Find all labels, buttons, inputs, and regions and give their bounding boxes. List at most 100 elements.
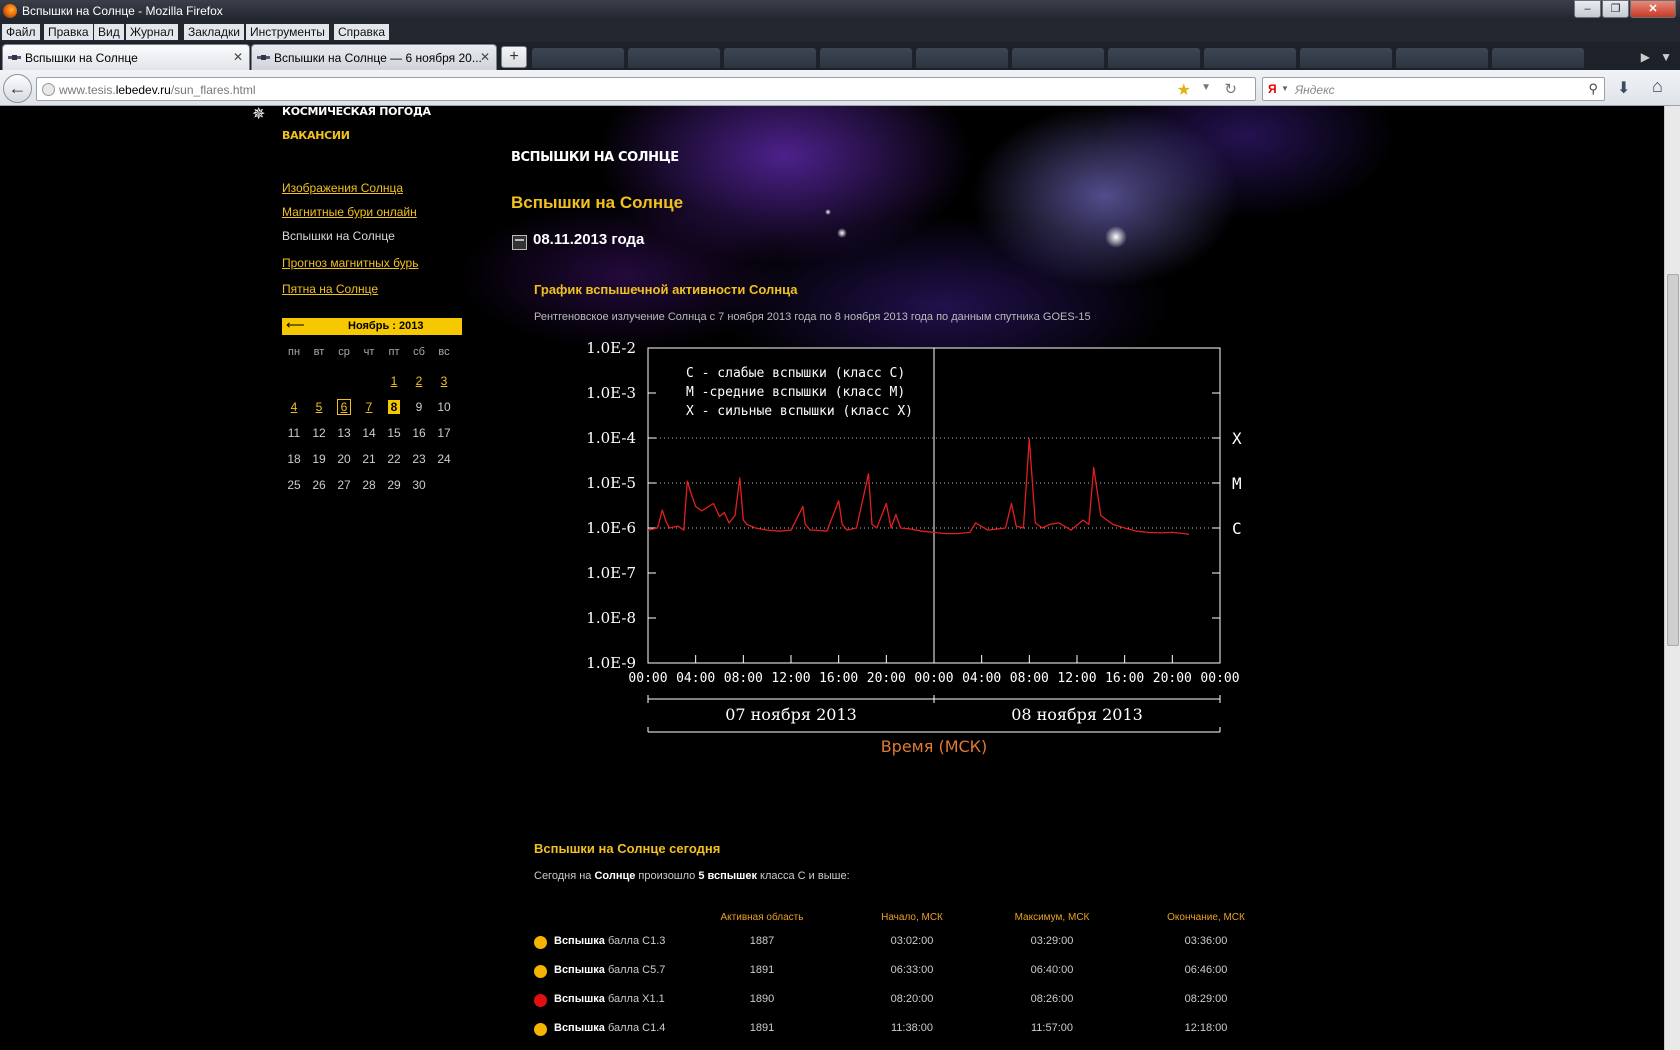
close-tab-icon[interactable]: ✕: [480, 50, 490, 64]
background-tab[interactable]: [724, 48, 816, 68]
engine-dropdown-icon[interactable]: ▼: [1281, 84, 1289, 93]
satellite-icon: [8, 55, 21, 60]
calendar-day: 18: [287, 452, 301, 466]
x-axis-label: Время (МСК): [881, 737, 988, 756]
bookmark-star-icon[interactable]: ★: [1177, 80, 1191, 100]
legend-entry: M -средние вспышки (класс M): [686, 385, 905, 400]
close-tab-icon[interactable]: ✕: [233, 50, 243, 64]
x-tick-label: 16:00: [1105, 671, 1144, 686]
calendar-day: 13: [337, 426, 351, 440]
nav-vacancies[interactable]: ВАКАНСИИ: [282, 129, 350, 142]
calendar-icon[interactable]: [512, 235, 527, 250]
address-bar[interactable]: www.tesis.lebedev.ru/sun_flares.html ★ ▼…: [36, 77, 1256, 101]
menu-history[interactable]: Журнал: [126, 24, 178, 40]
download-icon[interactable]: ⬇: [1617, 78, 1630, 98]
window-controls: – ❐ ✕: [1573, 0, 1676, 18]
calendar-day[interactable]: 1: [382, 374, 406, 388]
calendar-weekday: вт: [313, 346, 325, 358]
background-tab[interactable]: [1300, 48, 1392, 68]
minimize-button[interactable]: –: [1574, 0, 1601, 18]
close-window-button[interactable]: ✕: [1630, 0, 1676, 18]
background-tab[interactable]: [820, 48, 912, 68]
background-tab[interactable]: [1396, 48, 1488, 68]
scrollbar-thumb[interactable]: [1667, 274, 1679, 646]
menu-view[interactable]: Вид: [94, 24, 124, 40]
logo-star-icon: ✵: [252, 106, 266, 123]
background-tabs: [532, 48, 1588, 68]
sidebar-item-sun-images[interactable]: Изображения Солнца: [282, 181, 403, 195]
table-cell-region: 1891: [749, 1022, 775, 1034]
tab-list-icon[interactable]: ▼: [1660, 50, 1672, 64]
calendar-weekday: вс: [438, 346, 450, 358]
calendar-day: 9: [415, 400, 423, 414]
background-tab[interactable]: [628, 48, 720, 68]
history-dropdown-icon[interactable]: ▼: [1201, 82, 1211, 93]
x-tick-label: 08:00: [1010, 671, 1049, 686]
calendar-day: 24: [437, 452, 451, 466]
calendar-day[interactable]: 8: [388, 400, 400, 414]
column-header-start: Начало, МСК: [881, 912, 943, 923]
tab-active[interactable]: Вспышки на Солнце ✕: [2, 44, 250, 70]
vertical-scrollbar[interactable]: [1664, 106, 1680, 1050]
calendar-month: Ноябрь : 2013: [348, 320, 424, 332]
x-tick-label: 20:00: [867, 671, 906, 686]
table-cell-region: 1891: [749, 964, 775, 976]
calendar-day[interactable]: 6: [337, 399, 351, 415]
sidebar-item-magnetic-storms[interactable]: Магнитные бури онлайн: [282, 205, 417, 219]
calendar-header: ⟵ Ноябрь : 2013: [282, 317, 462, 335]
menu-bookmarks[interactable]: Закладки: [184, 24, 244, 40]
menu-file[interactable]: Файл: [2, 24, 40, 40]
search-icon[interactable]: ⚲: [1588, 81, 1598, 97]
y-tick-label: 1.0E-7: [586, 564, 636, 582]
home-icon[interactable]: ⌂: [1652, 76, 1663, 97]
table-row: Вспышка балла C5.7 1891 06:33:00 06:40:00 06…: [534, 963, 1254, 983]
calendar-day[interactable]: 7: [357, 400, 381, 414]
menu-help[interactable]: Справка: [334, 24, 390, 40]
table-row: Вспышка балла C1.4 1891 11:38:00 11:57:00 12…: [534, 1021, 1254, 1041]
search-bar[interactable]: Я ▼ Яндекс ⚲: [1262, 77, 1605, 101]
restore-button[interactable]: ❐: [1602, 0, 1629, 18]
sidebar-item-storm-forecast[interactable]: Прогноз магнитных бурь: [282, 256, 418, 270]
calendar-day: 11: [287, 426, 301, 440]
star-sparkle: [1105, 226, 1127, 248]
flare-label: Вспышка балла C1.4: [554, 1022, 666, 1034]
background-tab[interactable]: [916, 48, 1008, 68]
calendar-day: 16: [412, 426, 426, 440]
calendar-day[interactable]: 2: [407, 374, 431, 388]
yandex-icon[interactable]: Я: [1268, 82, 1277, 96]
new-tab-button[interactable]: +: [501, 46, 527, 68]
x-tick-label: 00:00: [914, 671, 953, 686]
table-cell-start: 11:38:00: [890, 1022, 933, 1034]
x-tick-label: 12:00: [771, 671, 810, 686]
background-tab[interactable]: [1492, 48, 1584, 68]
web-page: ✵ КОСМИЧЕСКАЯ ПОГОДА ВАКАНСИИ Изображени…: [0, 106, 1664, 1050]
background-tab[interactable]: [1204, 48, 1296, 68]
background-tab[interactable]: [1012, 48, 1104, 68]
url-text: www.tesis.lebedev.ru/sun_flares.html: [59, 83, 256, 97]
calendar-day[interactable]: 4: [282, 400, 306, 414]
tab-scroll-right-icon[interactable]: ▶: [1641, 50, 1650, 64]
calendar-prev-month-icon[interactable]: ⟵: [286, 317, 305, 333]
back-button[interactable]: ←: [3, 74, 32, 103]
table-cell-max: 08:26:00: [1030, 993, 1074, 1005]
reload-icon[interactable]: ↻: [1224, 80, 1237, 98]
background-tab[interactable]: [532, 48, 624, 68]
flare-label: Вспышка балла C1.3: [554, 935, 666, 947]
menu-tools[interactable]: Инструменты: [246, 24, 329, 40]
calendar-day: 22: [387, 452, 401, 466]
background-tab[interactable]: [1108, 48, 1200, 68]
menu-edit[interactable]: Правка: [44, 24, 93, 40]
calendar-day[interactable]: 5: [307, 400, 331, 414]
y-tick-label: 1.0E-9: [586, 654, 636, 672]
legend-entry: X - сильные вспышки (класс X): [686, 404, 913, 419]
tab-inactive[interactable]: Вспышки на Солнце — 6 ноября 20... ✕: [251, 44, 497, 70]
calendar-day[interactable]: 3: [432, 374, 456, 388]
table-cell-end: 08:29:00: [1184, 993, 1228, 1005]
table-cell-region: 1890: [749, 993, 775, 1005]
sidebar-item-sunspots[interactable]: Пятна на Солнце: [282, 282, 378, 296]
nav-space-weather[interactable]: КОСМИЧЕСКАЯ ПОГОДА: [282, 106, 431, 118]
x-tick-label: 04:00: [962, 671, 1001, 686]
chart-subtitle: Рентгеновское излучение Солнца с 7 ноябр…: [534, 311, 1091, 323]
x-tick-label: 00:00: [1200, 671, 1239, 686]
satellite-icon: [257, 55, 270, 60]
